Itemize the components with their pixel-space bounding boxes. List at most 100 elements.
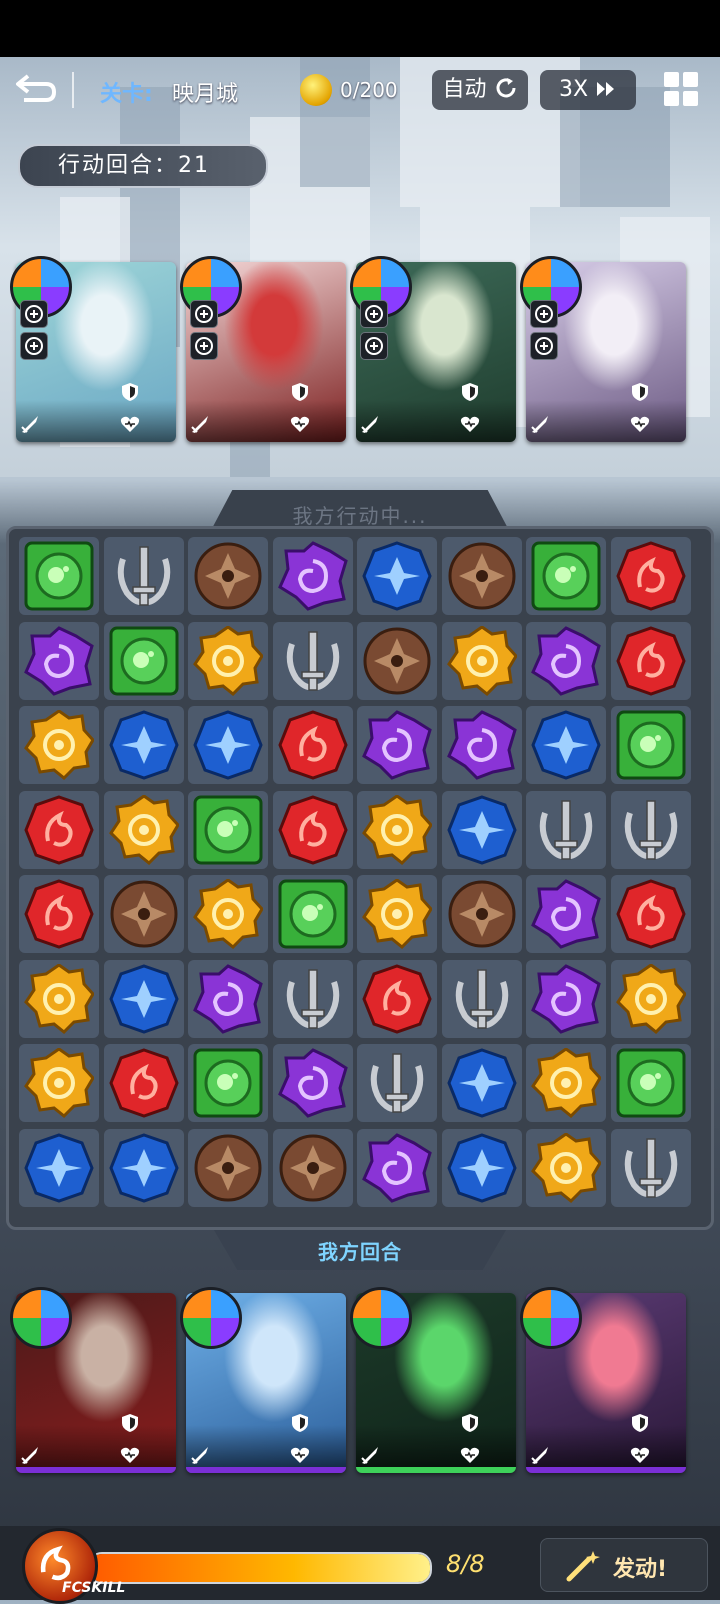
board-cell[interactable] [441, 875, 522, 953]
board-cell[interactable] [19, 621, 99, 700]
skill-icon-2[interactable] [20, 332, 48, 360]
board-cell[interactable] [610, 790, 691, 869]
yellow-gem-icon [531, 1048, 601, 1118]
board-cell[interactable] [272, 875, 353, 953]
board-cell[interactable] [441, 959, 522, 1038]
shield-icon [630, 382, 650, 402]
board-cell[interactable] [19, 959, 99, 1038]
board-cell[interactable] [103, 1128, 184, 1207]
board-cell[interactable] [103, 790, 184, 869]
board-cell[interactable] [272, 537, 353, 615]
skill-icon-1[interactable] [360, 300, 388, 328]
board-cell[interactable] [357, 621, 437, 700]
activate-button[interactable]: 发动! [540, 1538, 708, 1592]
shield-icon [460, 382, 480, 402]
board-cell[interactable] [19, 537, 99, 615]
board-cell[interactable] [610, 959, 691, 1038]
board-cell[interactable] [610, 537, 691, 615]
board-cell[interactable] [188, 1128, 268, 1207]
board-cell[interactable] [19, 706, 99, 784]
auto-button[interactable]: 自动 [432, 70, 528, 110]
board-cell[interactable] [526, 706, 606, 784]
board-cell[interactable] [357, 706, 437, 784]
board-cell[interactable] [357, 875, 437, 953]
board-cell[interactable] [357, 1044, 437, 1122]
board-cell[interactable] [188, 621, 268, 700]
board-cell[interactable] [526, 1128, 606, 1207]
board-cell[interactable] [272, 706, 353, 784]
board-cell[interactable] [610, 1044, 691, 1122]
board-cell[interactable] [357, 537, 437, 615]
board-cell[interactable] [357, 790, 437, 869]
skill-icon-2[interactable] [530, 332, 558, 360]
board-cell[interactable] [441, 1128, 522, 1207]
fcskill-count: 8/8 [446, 1550, 485, 1578]
speed-button[interactable]: 3X [540, 70, 636, 110]
board-cell[interactable] [19, 875, 99, 953]
board-cell[interactable] [103, 621, 184, 700]
board-cell[interactable] [526, 1044, 606, 1122]
board-cell[interactable] [526, 537, 606, 615]
board-cell[interactable] [441, 537, 522, 615]
green-gem-icon [193, 795, 263, 864]
board-cell[interactable] [526, 790, 606, 869]
purple-gem-icon [531, 625, 601, 696]
board-cell[interactable] [188, 1044, 268, 1122]
menu-grid-icon[interactable] [664, 72, 698, 106]
board-cell[interactable] [19, 1128, 99, 1207]
board-cell[interactable] [103, 959, 184, 1038]
board-cell[interactable] [610, 1128, 691, 1207]
skill-icon-1[interactable] [190, 300, 218, 328]
board-cell[interactable] [272, 959, 353, 1038]
board-cell[interactable] [272, 790, 353, 869]
back-arrow-icon[interactable] [14, 72, 58, 106]
fcskill-label: FCSKILL [62, 1580, 126, 1596]
red-gem-icon [615, 625, 686, 696]
board-cell[interactable] [441, 1044, 522, 1122]
blue-gem-icon [108, 1132, 179, 1203]
board-cell[interactable] [19, 790, 99, 869]
board-cell[interactable] [272, 621, 353, 700]
skill-icon-2[interactable] [190, 332, 218, 360]
green-gem-icon [24, 541, 94, 611]
board-cell[interactable] [441, 790, 522, 869]
board-cell[interactable] [19, 1044, 99, 1122]
skill-icon-2[interactable] [360, 332, 388, 360]
board-cell[interactable] [610, 706, 691, 784]
board-cell[interactable] [272, 1128, 353, 1207]
board-cell[interactable] [188, 537, 268, 615]
yellow-gem-icon [108, 794, 179, 865]
silver-gem-icon [539, 799, 593, 860]
activate-label: 发动! [613, 1557, 668, 1582]
board-cell[interactable] [357, 959, 437, 1038]
board-cell[interactable] [103, 1044, 184, 1122]
board-cell[interactable] [526, 875, 606, 953]
board-cell[interactable] [103, 537, 184, 615]
purple-gem-icon [531, 879, 601, 949]
board-cell[interactable] [441, 706, 522, 784]
charge-badge [350, 1287, 412, 1349]
board-cell[interactable] [103, 875, 184, 953]
board-cell[interactable] [103, 706, 184, 784]
health-icon [120, 414, 140, 434]
board-cell[interactable] [188, 790, 268, 869]
purple-gem-icon [446, 710, 517, 780]
board-cell[interactable] [188, 875, 268, 953]
board-cell[interactable] [610, 621, 691, 700]
board-cell[interactable] [357, 1128, 437, 1207]
board-cell[interactable] [272, 1044, 353, 1122]
charge-badge [520, 1287, 582, 1349]
board-cell[interactable] [188, 706, 268, 784]
status-bar [0, 0, 720, 57]
turn-banner: 我方回合 [214, 1230, 506, 1270]
skill-icon-1[interactable] [20, 300, 48, 328]
purple-gem-icon [24, 625, 94, 696]
board-cell[interactable] [610, 875, 691, 953]
board-cell[interactable] [188, 959, 268, 1038]
board-cell[interactable] [526, 621, 606, 700]
board-cell[interactable] [441, 621, 522, 700]
board-cell[interactable] [526, 959, 606, 1038]
skill-icon-1[interactable] [530, 300, 558, 328]
gem-board [6, 526, 714, 1230]
yellow-gem-icon [362, 794, 432, 865]
